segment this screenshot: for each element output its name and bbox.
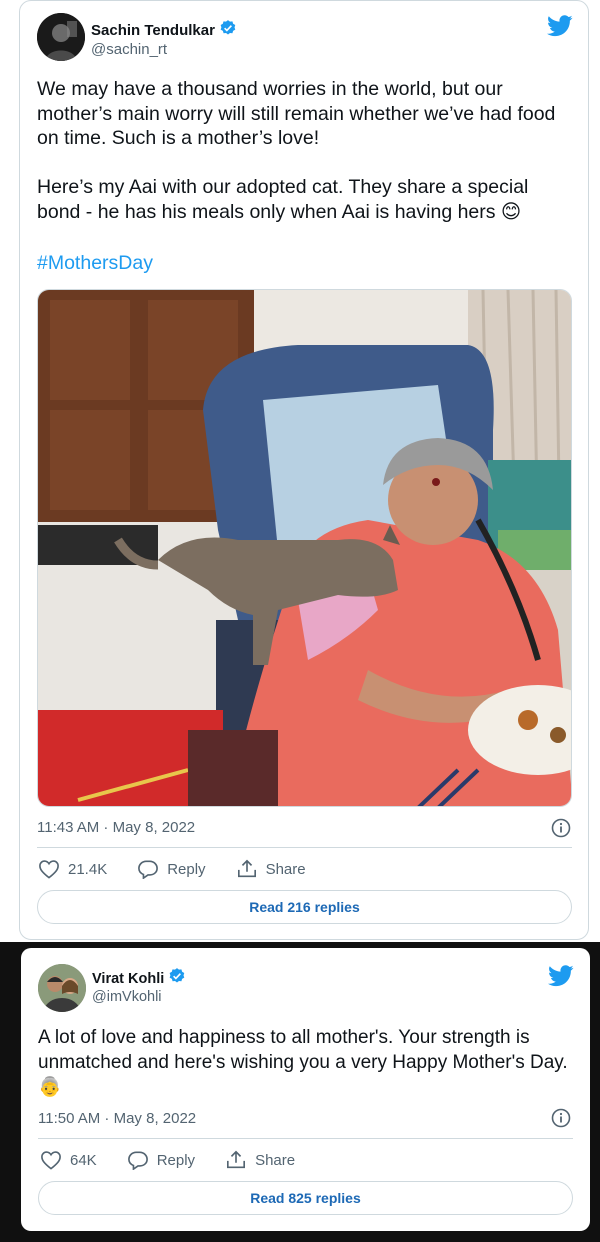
twitter-bird-icon[interactable] — [547, 15, 573, 42]
tweet-card-sachin: Sachin Tendulkar @sachin_rt We may have … — [19, 0, 589, 940]
author-name-row[interactable]: Sachin Tendulkar — [91, 19, 237, 42]
author-handle[interactable]: @sachin_rt — [91, 41, 167, 58]
tweet-timestamp[interactable]: 11:50 AM · May 8, 2022 — [38, 1110, 196, 1127]
heart-icon — [41, 1151, 61, 1170]
like-count: 64K — [70, 1151, 97, 1169]
divider — [37, 847, 572, 848]
author-name[interactable]: Virat Kohli — [92, 971, 164, 987]
avatar-image — [38, 964, 86, 1012]
info-icon[interactable] — [551, 818, 571, 843]
author-name-row[interactable]: Virat Kohli — [92, 967, 186, 990]
heart-icon — [39, 860, 59, 879]
hashtag-link[interactable]: #MothersDay — [37, 252, 153, 275]
like-button[interactable]: 21.4K — [38, 859, 107, 879]
tweet-photo[interactable] — [37, 289, 572, 807]
like-count: 21.4K — [68, 860, 108, 878]
reply-button[interactable]: Reply — [127, 1150, 195, 1170]
share-icon — [237, 859, 256, 878]
like-button[interactable]: 64K — [40, 1150, 97, 1170]
photo-illustration — [38, 290, 571, 806]
tweet-card-virat: Virat Kohli @imVkohli A lot of love and … — [21, 948, 590, 1231]
divider — [38, 1138, 573, 1139]
action-bar: 21.4K Reply Share — [38, 859, 336, 879]
verified-badge-icon — [219, 19, 237, 42]
reply-label: Reply — [156, 1151, 196, 1169]
share-icon — [227, 1150, 246, 1169]
tweet-timestamp[interactable]: 11:43 AM · May 8, 2022 — [37, 819, 195, 836]
read-replies-button[interactable]: Read 825 replies — [38, 1181, 573, 1215]
avatar[interactable] — [38, 964, 86, 1012]
reply-button[interactable]: Reply — [137, 859, 206, 879]
share-label: Share — [255, 1151, 296, 1169]
read-replies-button[interactable]: Read 216 replies — [37, 890, 572, 924]
avatar[interactable] — [37, 13, 85, 61]
avatar-image — [37, 13, 85, 61]
share-label: Share — [265, 860, 306, 878]
action-bar: 64K Reply Share — [40, 1150, 325, 1170]
tweet-text: We may have a thousand worries in the wo… — [37, 78, 556, 223]
reply-label: Reply — [167, 860, 206, 878]
tweet-screenshot-collage: Sachin Tendulkar @sachin_rt We may have … — [0, 0, 600, 1242]
twitter-bird-icon[interactable] — [548, 965, 574, 992]
author-handle[interactable]: @imVkohli — [92, 989, 162, 1005]
reply-icon — [127, 1151, 148, 1170]
info-icon[interactable] — [551, 1108, 571, 1133]
share-button[interactable]: Share — [225, 1150, 295, 1170]
tweet-text: A lot of love and happiness to all mothe… — [38, 1027, 568, 1098]
reply-icon — [138, 860, 159, 879]
author-name[interactable]: Sachin Tendulkar — [91, 22, 215, 39]
share-button[interactable]: Share — [236, 859, 306, 879]
verified-badge-icon — [168, 967, 186, 990]
